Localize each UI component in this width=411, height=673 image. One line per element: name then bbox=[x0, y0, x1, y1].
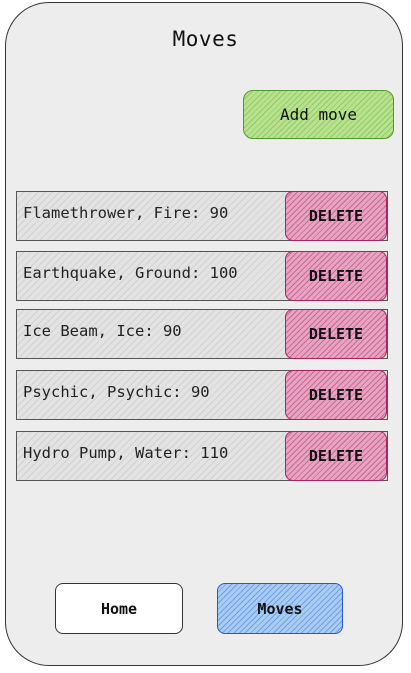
delete-button[interactable]: DELETE bbox=[285, 191, 387, 241]
list-item: Ice Beam, Ice: 90 DELETE bbox=[16, 309, 388, 359]
delete-button[interactable]: DELETE bbox=[285, 309, 387, 359]
move-label: Flamethrower, Fire: 90 bbox=[23, 204, 229, 222]
list-item: Flamethrower, Fire: 90 DELETE bbox=[16, 191, 388, 241]
delete-button[interactable]: DELETE bbox=[285, 431, 387, 481]
move-label: Ice Beam, Ice: 90 bbox=[23, 322, 182, 340]
delete-button[interactable]: DELETE bbox=[285, 251, 387, 301]
page-title: Moves bbox=[172, 27, 239, 51]
list-item: Hydro Pump, Water: 110 DELETE bbox=[16, 431, 388, 481]
add-move-button[interactable]: Add move bbox=[243, 90, 394, 139]
move-label: Hydro Pump, Water: 110 bbox=[23, 444, 229, 462]
list-item: Earthquake, Ground: 100 DELETE bbox=[16, 251, 388, 301]
nav-moves-button[interactable]: Moves bbox=[217, 583, 343, 634]
move-label: Psychic, Psychic: 90 bbox=[23, 383, 210, 401]
delete-button[interactable]: DELETE bbox=[285, 370, 387, 420]
nav-home-button[interactable]: Home bbox=[55, 583, 183, 634]
list-item: Psychic, Psychic: 90 DELETE bbox=[16, 370, 388, 420]
move-label: Earthquake, Ground: 100 bbox=[23, 264, 238, 282]
